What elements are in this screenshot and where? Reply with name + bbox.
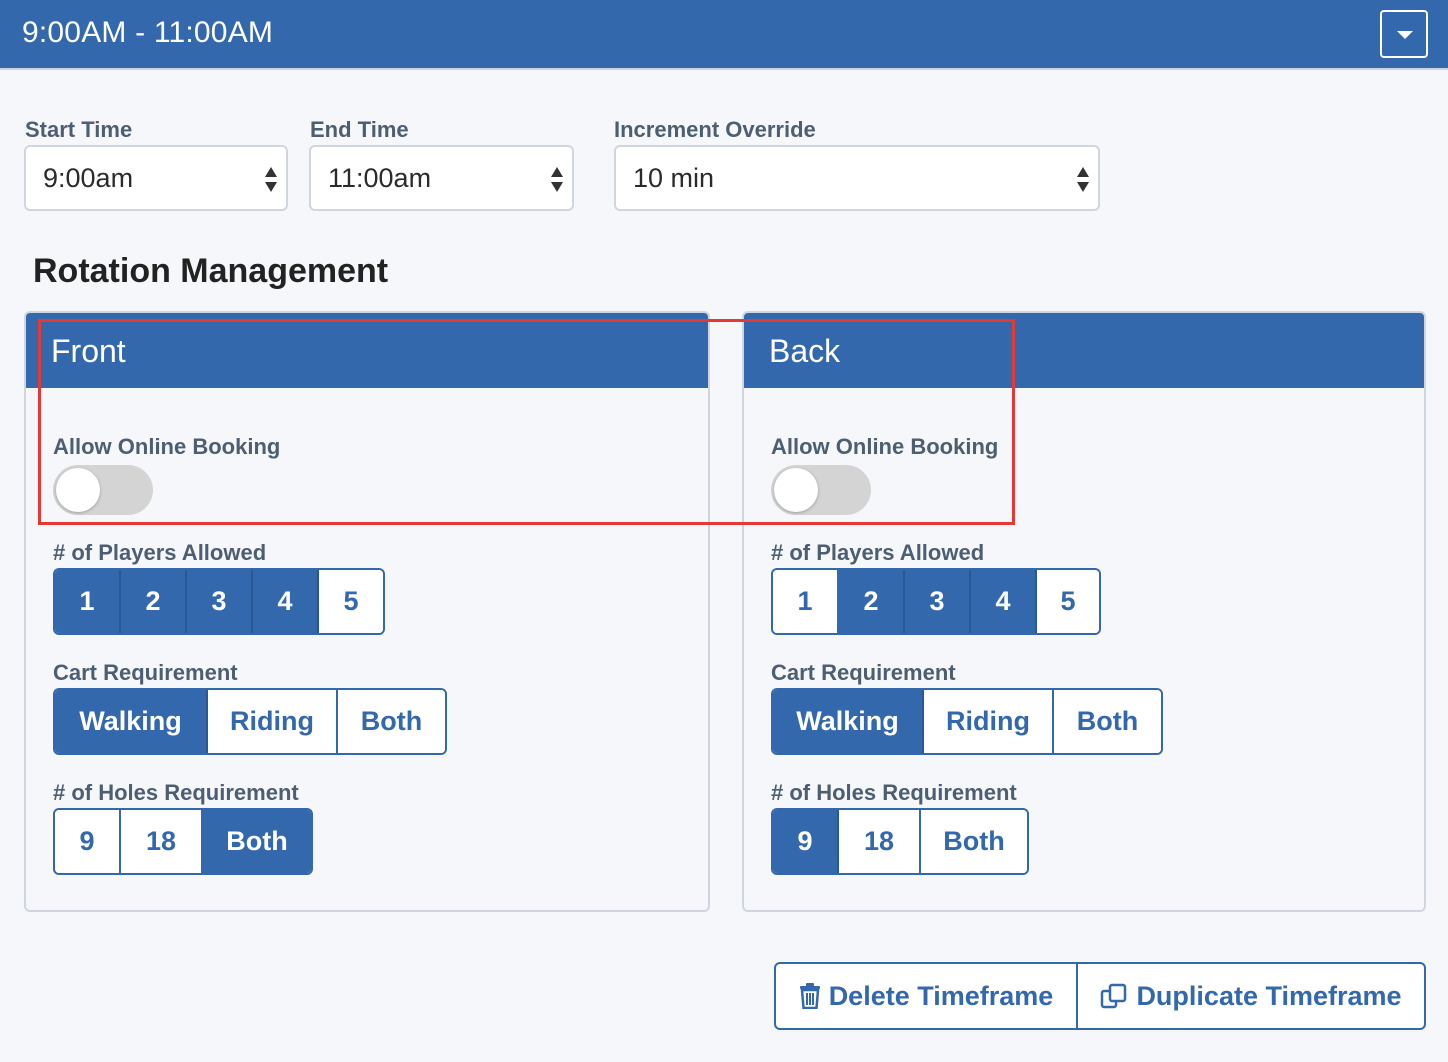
delete-timeframe-label: Delete Timeframe (828, 980, 1054, 1011)
players-option-5[interactable]: 5 (319, 570, 383, 633)
cart-requirement-group: Walking Riding Both (53, 688, 447, 755)
cart-option-riding[interactable]: Riding (208, 690, 338, 753)
players-allowed-group: 1 2 3 4 5 (771, 568, 1101, 635)
select-arrows-icon (1077, 167, 1089, 193)
timeframe-header: 9:00AM - 11:00AM (0, 0, 1448, 70)
cart-option-walking[interactable]: Walking (773, 690, 924, 753)
players-option-3[interactable]: 3 (187, 570, 253, 633)
players-option-1[interactable]: 1 (55, 570, 121, 633)
holes-option-18[interactable]: 18 (121, 810, 203, 873)
start-time-select[interactable]: 9:00am (24, 145, 288, 211)
allow-online-booking-toggle[interactable] (53, 465, 153, 515)
end-time-select[interactable]: 11:00am (309, 145, 574, 211)
cart-option-walking[interactable]: Walking (55, 690, 208, 753)
cart-option-both[interactable]: Both (1054, 690, 1161, 753)
end-time-value: 11:00am (328, 163, 432, 193)
allow-online-booking-label: Allow Online Booking (53, 434, 281, 459)
start-time-label: Start Time (25, 117, 133, 142)
select-arrows-icon (265, 167, 277, 193)
collapse-toggle-button[interactable] (1380, 10, 1428, 58)
holes-option-9[interactable]: 9 (773, 810, 839, 873)
players-option-2[interactable]: 2 (839, 570, 905, 633)
players-option-3[interactable]: 3 (905, 570, 971, 633)
panel-title: Back (769, 333, 841, 369)
rotation-panel-back: Back Allow Online Booking # of Players A… (742, 311, 1426, 912)
caret-down-icon (1397, 31, 1413, 39)
holes-requirement-group: 9 18 Both (53, 808, 313, 875)
rotation-panel-front: Front Allow Online Booking # of Players … (24, 311, 710, 912)
duplicate-timeframe-label: Duplicate Timeframe (1136, 980, 1402, 1011)
select-arrows-icon (551, 167, 563, 193)
cart-requirement-label: Cart Requirement (771, 660, 956, 685)
end-time-label: End Time (310, 117, 409, 142)
toggle-knob (56, 468, 100, 512)
panel-title: Front (51, 333, 126, 369)
allow-online-booking-label: Allow Online Booking (771, 434, 999, 459)
players-option-2[interactable]: 2 (121, 570, 187, 633)
cart-option-riding[interactable]: Riding (924, 690, 1054, 753)
timeframe-actions: Delete Timeframe Duplicate Timeframe (774, 962, 1426, 1030)
timeframe-title: 9:00AM - 11:00AM (22, 16, 274, 49)
increment-override-value: 10 min (633, 163, 715, 193)
players-allowed-label: # of Players Allowed (53, 540, 267, 565)
start-time-value: 9:00am (43, 163, 134, 193)
increment-override-select[interactable]: 10 min (614, 145, 1100, 211)
allow-online-booking-toggle[interactable] (771, 465, 871, 515)
players-option-4[interactable]: 4 (971, 570, 1037, 633)
copy-icon (1101, 983, 1127, 1009)
players-option-5[interactable]: 5 (1037, 570, 1099, 633)
panel-header: Back (744, 313, 1424, 388)
players-option-4[interactable]: 4 (253, 570, 319, 633)
duplicate-timeframe-button[interactable]: Duplicate Timeframe (1078, 964, 1424, 1028)
rotation-management-title: Rotation Management (33, 252, 389, 290)
holes-option-9[interactable]: 9 (55, 810, 121, 873)
holes-option-18[interactable]: 18 (839, 810, 921, 873)
cart-requirement-group: Walking Riding Both (771, 688, 1163, 755)
toggle-knob (774, 468, 818, 512)
holes-option-both[interactable]: Both (203, 810, 311, 873)
panel-header: Front (26, 313, 708, 388)
players-option-1[interactable]: 1 (773, 570, 839, 633)
holes-requirement-label: # of Holes Requirement (53, 780, 299, 805)
increment-override-label: Increment Override (614, 117, 816, 142)
delete-timeframe-button[interactable]: Delete Timeframe (776, 964, 1078, 1028)
holes-option-both[interactable]: Both (921, 810, 1027, 873)
trash-icon (799, 983, 820, 1009)
players-allowed-group: 1 2 3 4 5 (53, 568, 385, 635)
holes-requirement-label: # of Holes Requirement (771, 780, 1017, 805)
players-allowed-label: # of Players Allowed (771, 540, 985, 565)
cart-requirement-label: Cart Requirement (53, 660, 238, 685)
cart-option-both[interactable]: Both (338, 690, 445, 753)
holes-requirement-group: 9 18 Both (771, 808, 1029, 875)
